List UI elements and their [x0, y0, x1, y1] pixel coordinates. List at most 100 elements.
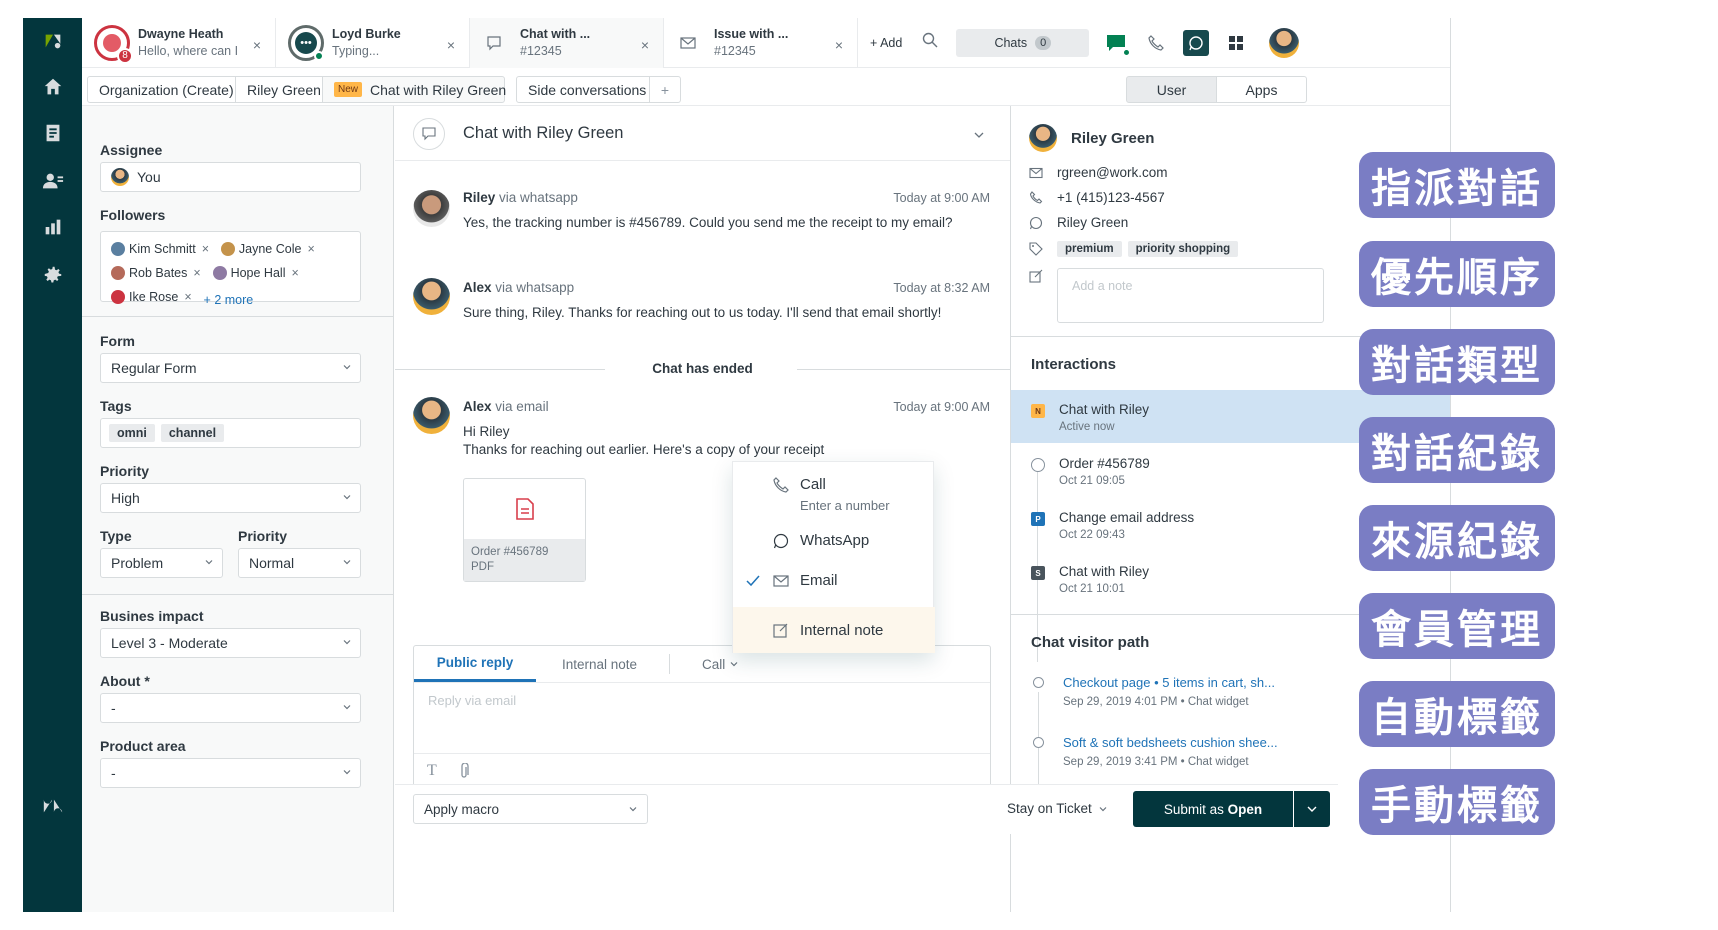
- tag-chip[interactable]: priority shopping: [1127, 241, 1239, 257]
- chevron-down-icon: [1307, 806, 1317, 812]
- tab-chat-with-riley-green[interactable]: New Chat with Riley Green: [322, 76, 507, 103]
- type-select[interactable]: Problem: [100, 548, 223, 578]
- followers-field[interactable]: Kim Schmitt × Jayne Cole × Rob Bates × Hope…: [100, 231, 361, 307]
- close-icon[interactable]: ×: [835, 37, 843, 53]
- menu-item-internal-note[interactable]: Internal note: [733, 607, 935, 653]
- interaction-title[interactable]: Order #456789: [1059, 456, 1150, 471]
- menu-item-call[interactable]: Call: [733, 476, 935, 493]
- reporting-icon[interactable]: [23, 210, 82, 244]
- feature-label: 對話紀錄: [1359, 417, 1555, 483]
- tab-riley-green[interactable]: Riley Green: [235, 76, 323, 103]
- customers-icon[interactable]: [23, 164, 82, 198]
- stay-on-ticket-select[interactable]: Stay on Ticket: [1007, 801, 1107, 816]
- impact-select[interactable]: Level 3 - Moderate: [100, 628, 361, 658]
- tab-organization-create[interactable]: Organization (Create): [87, 76, 236, 103]
- close-icon[interactable]: ×: [447, 37, 455, 53]
- tag-chip[interactable]: omni: [109, 424, 155, 442]
- customer-phone[interactable]: +1 (415)123-4567: [1057, 190, 1165, 205]
- customer-email[interactable]: rgreen@work.com: [1057, 165, 1168, 180]
- feature-label: 會員管理: [1359, 593, 1555, 659]
- customer-whatsapp[interactable]: Riley Green: [1057, 215, 1128, 230]
- path-link[interactable]: Checkout page • 5 items in cart, sh...: [1063, 675, 1275, 690]
- checkmark-icon: [746, 575, 760, 586]
- add-tab-button[interactable]: + Add: [870, 36, 902, 50]
- tab-subtitle: #12345: [520, 44, 562, 58]
- submit-button[interactable]: Submit as Open: [1133, 791, 1293, 827]
- priority2-select[interactable]: Normal: [238, 548, 361, 578]
- chats-button[interactable]: Chats 0: [956, 28, 1090, 57]
- path-step-icon: [1033, 677, 1044, 688]
- tab-side-conversations[interactable]: Side conversations: [516, 76, 650, 103]
- new-badge: New: [334, 82, 363, 97]
- tags-field[interactable]: omni channel: [100, 418, 361, 448]
- path-link[interactable]: Soft & soft bedsheets cushion shee...: [1063, 735, 1278, 750]
- path-subtitle: Sep 29, 2019 4:01 PM • Chat widget: [1063, 696, 1249, 708]
- chevron-down-icon: [343, 365, 351, 370]
- customer-note-input[interactable]: Add a note: [1057, 268, 1324, 323]
- tags-label: Tags: [100, 398, 132, 414]
- tab-label: Chat with Riley Green: [370, 81, 507, 98]
- follower-chip[interactable]: Kim Schmitt ×: [111, 238, 209, 260]
- zendesk-wordmark-icon[interactable]: [23, 789, 82, 823]
- views-icon[interactable]: [23, 116, 82, 150]
- apply-macro-select[interactable]: Apply macro: [413, 794, 648, 824]
- interaction-title[interactable]: Chat with Riley: [1059, 564, 1149, 579]
- menu-label: Email: [800, 572, 838, 589]
- add-side-conversation-button[interactable]: +: [649, 76, 681, 103]
- tab-apps[interactable]: Apps: [1216, 76, 1307, 103]
- menu-item-whatsapp[interactable]: WhatsApp: [733, 532, 935, 549]
- about-value: -: [111, 700, 116, 716]
- tab-issue-with[interactable]: Issue with ... #12345 ×: [664, 18, 858, 68]
- assignee-field[interactable]: You: [100, 162, 361, 192]
- follower-chip[interactable]: Rob Bates ×: [111, 262, 201, 284]
- tab-user[interactable]: User: [1126, 76, 1217, 103]
- visitor-path-title: Chat visitor path: [1031, 634, 1150, 651]
- whatsapp-icon[interactable]: [1183, 29, 1210, 56]
- tag-chip[interactable]: channel: [160, 424, 225, 442]
- follower-chip[interactable]: Ike Rose ×: [111, 286, 192, 308]
- tab-dwayne-heath[interactable]: 8 Dwayne Heath Hello, where can I ×: [82, 18, 276, 68]
- text-format-icon[interactable]: T: [427, 762, 437, 780]
- close-icon[interactable]: ×: [253, 37, 261, 53]
- follower-chip[interactable]: Jayne Cole ×: [220, 238, 315, 260]
- settings-gear-icon[interactable]: [23, 258, 82, 292]
- priority-select[interactable]: High: [100, 483, 361, 513]
- submit-options-button[interactable]: [1294, 791, 1330, 827]
- feature-label: 指派對話: [1359, 152, 1555, 218]
- message-time: Today at 9:00 AM: [893, 400, 990, 414]
- divider: [82, 316, 393, 317]
- chevron-down-icon[interactable]: [974, 130, 984, 140]
- tab-loyd-burke[interactable]: ••• Loyd Burke Typing... ×: [276, 18, 470, 68]
- product-area-select[interactable]: -: [100, 758, 361, 788]
- whatsapp-icon: [1029, 216, 1043, 230]
- zendesk-logo-icon[interactable]: [23, 24, 82, 58]
- phone-icon[interactable]: [1143, 30, 1169, 56]
- chat-status-icon[interactable]: [1103, 30, 1132, 57]
- tab-public-reply[interactable]: Public reply: [414, 646, 536, 682]
- menu-item-email[interactable]: Email: [733, 572, 935, 589]
- priority2-label: Priority: [238, 528, 288, 544]
- attachment-card[interactable]: Order #456789 PDF: [463, 478, 586, 582]
- about-select[interactable]: -: [100, 693, 361, 723]
- priority-value: High: [111, 490, 140, 506]
- user-avatar[interactable]: [1269, 27, 1300, 58]
- follower-chip[interactable]: Hope Hall ×: [212, 262, 299, 284]
- search-icon[interactable]: [922, 32, 938, 53]
- form-select[interactable]: Regular Form: [100, 353, 361, 383]
- close-icon[interactable]: ×: [641, 37, 649, 53]
- reply-input[interactable]: Reply via email: [428, 693, 516, 708]
- interaction-title[interactable]: Change email address: [1059, 510, 1194, 525]
- followers-more-link[interactable]: + 2 more: [204, 293, 254, 307]
- customer-name[interactable]: Riley Green: [1071, 130, 1154, 147]
- type-label: Type: [100, 528, 132, 544]
- attachment-type: PDF: [471, 561, 494, 573]
- attachment-clip-icon[interactable]: [459, 763, 469, 779]
- home-icon[interactable]: [23, 70, 82, 104]
- message-time: Today at 8:32 AM: [893, 281, 990, 295]
- apps-grid-icon[interactable]: [1223, 30, 1249, 56]
- tab-internal-note[interactable]: Internal note: [562, 646, 637, 682]
- tab-chat-with[interactable]: Chat with ... #12345 ×: [470, 18, 664, 68]
- alex-avatar: [413, 397, 450, 434]
- tag-chip[interactable]: premium: [1057, 241, 1122, 257]
- form-label: Form: [100, 333, 135, 349]
